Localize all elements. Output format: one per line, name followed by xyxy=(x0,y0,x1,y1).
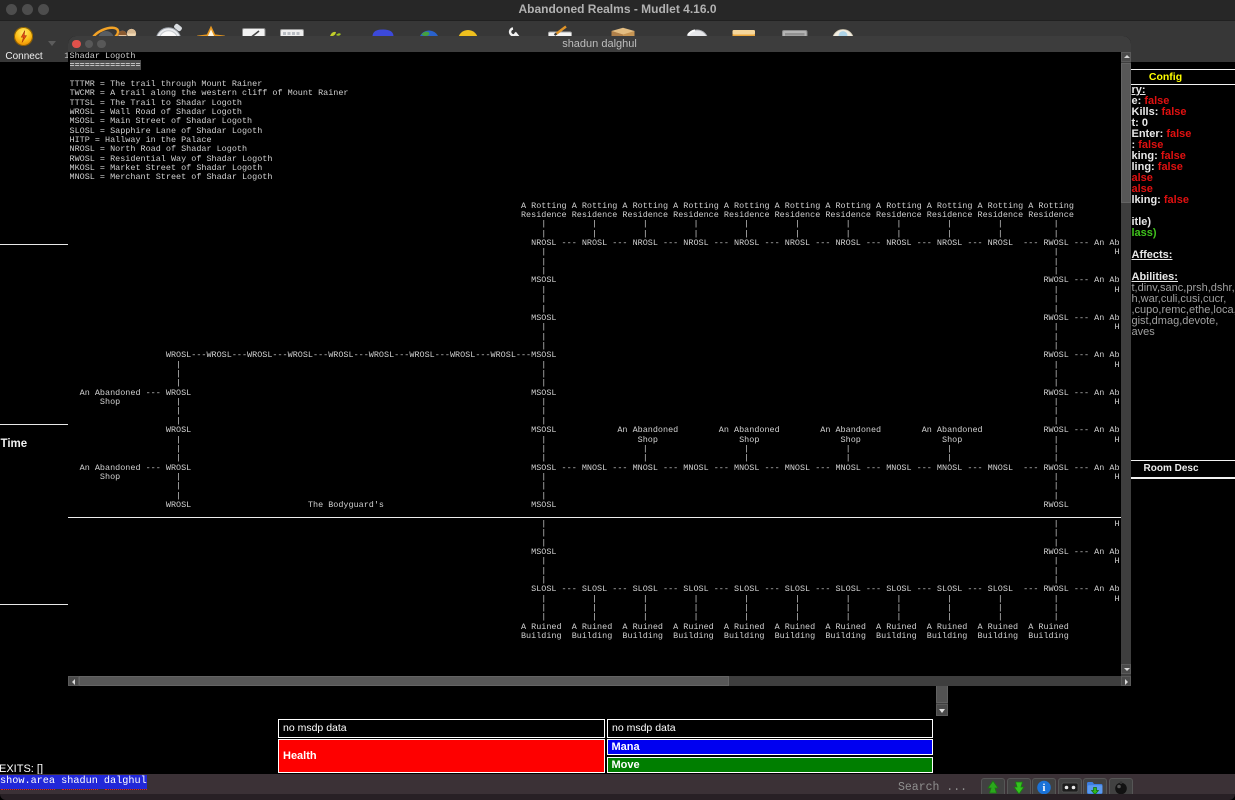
svg-text:i: i xyxy=(1043,783,1046,794)
